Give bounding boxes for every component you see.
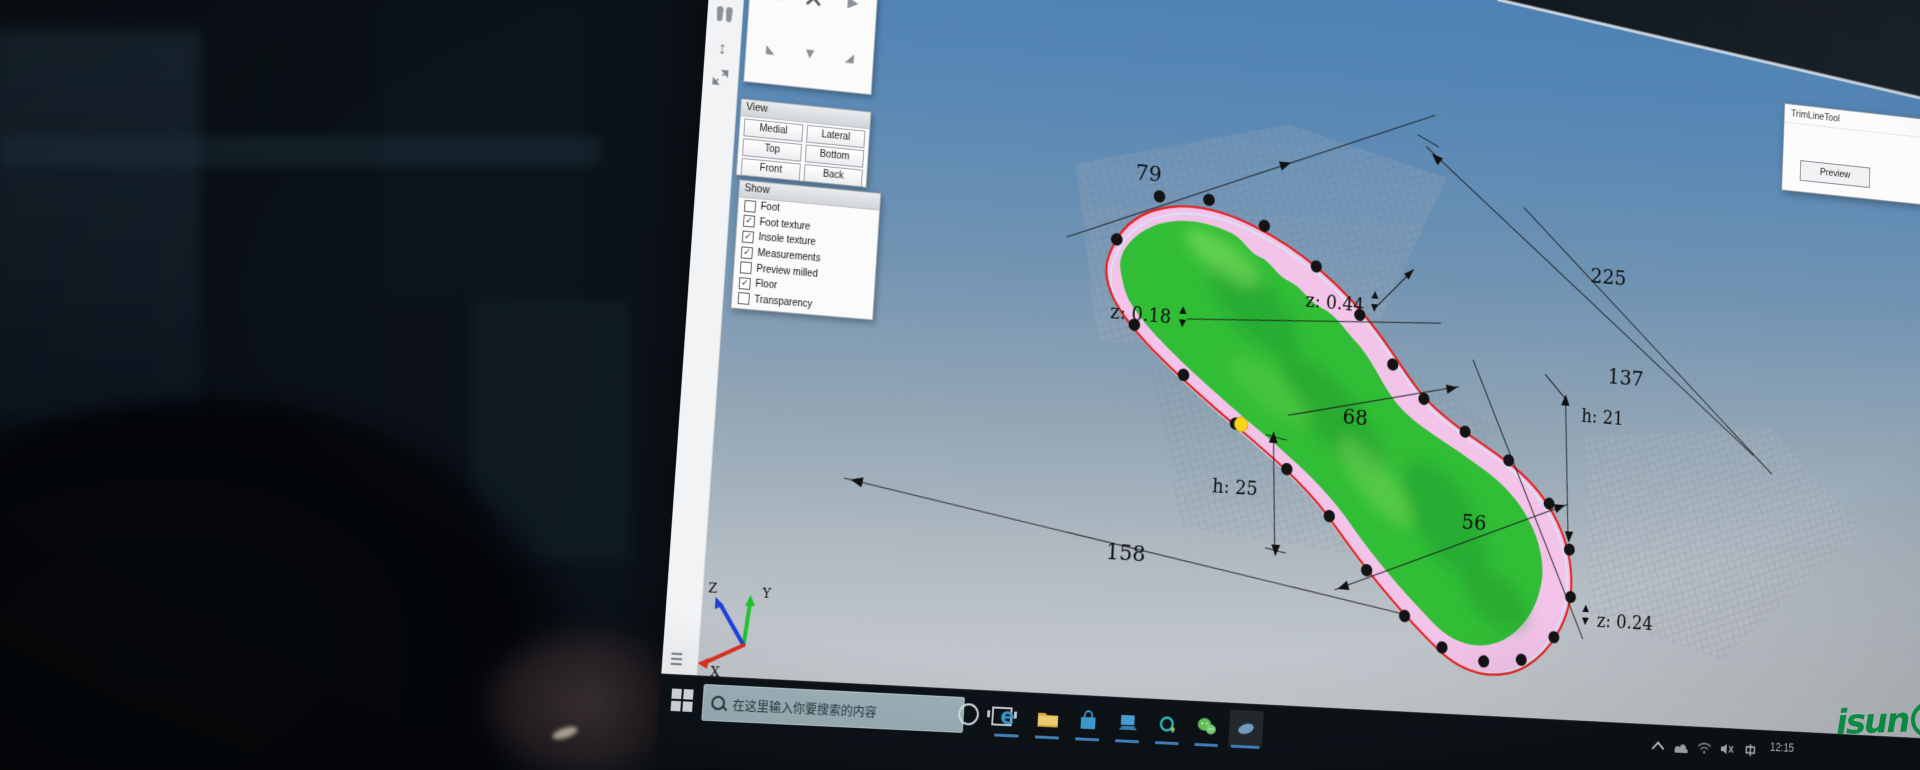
corner-left-button[interactable]: ◣ — [748, 19, 792, 79]
view-panel: View Medial Lateral Top Bottom Front Bac… — [736, 98, 872, 187]
checkbox[interactable] — [744, 200, 756, 213]
background-light-band — [0, 136, 600, 166]
q-browser-icon[interactable] — [1150, 706, 1186, 745]
background-window-blur — [0, 30, 200, 420]
trim-surface-icon[interactable] — [708, 0, 744, 3]
checkbox[interactable]: ✓ — [743, 215, 755, 228]
navigation-pad-panel: ↺ ▲ ↻ ◀ ▶ ◣ ▼ ◢ — [743, 0, 884, 95]
dim-forefoot-width: 79 — [1135, 160, 1162, 188]
search-icon — [711, 696, 726, 711]
dim-heel-width: 56 — [1461, 510, 1487, 537]
dim-inner-length: 158 — [1105, 539, 1146, 567]
edge-icon[interactable]: e — [989, 697, 1026, 736]
pan-right-button[interactable]: ▶ — [832, 0, 875, 32]
tray-chevron-icon[interactable] — [1652, 741, 1665, 756]
axis-z-label: Z — [708, 581, 718, 597]
start-button[interactable] — [671, 688, 694, 712]
show-panel: Show Foot ✓ Foot texture ✓ Insole textur… — [731, 179, 882, 320]
store-icon[interactable] — [1070, 702, 1107, 741]
expand-icon[interactable] — [702, 66, 738, 95]
dim-arch-lateral: h: 21 — [1581, 405, 1624, 430]
checkbox[interactable]: ✓ — [742, 231, 754, 244]
active-cad-app-icon[interactable] — [1228, 710, 1264, 749]
dim-mid-length: 137 — [1607, 364, 1644, 391]
insole-pair-icon[interactable] — [706, 3, 742, 32]
isun-logo-text: isun — [1835, 700, 1909, 742]
isun-logo: isun — [1835, 698, 1920, 744]
monitor-screen: 79 225 137 158 68 56 h: 21 h: 25 z: 0.18… — [655, 0, 1920, 770]
vertical-resize-icon[interactable]: ↕ — [704, 34, 740, 63]
wifi-icon[interactable] — [1697, 742, 1711, 759]
file-explorer-icon[interactable] — [1029, 699, 1066, 738]
corner-right-button[interactable]: ◢ — [828, 28, 871, 88]
insole-3d-scene[interactable]: 79 225 137 158 68 56 h: 21 h: 25 z: 0.18… — [697, 0, 1920, 738]
axis-y-label: Y — [761, 586, 772, 602]
volume-muted-icon[interactable] — [1720, 743, 1735, 760]
dim-mid-width: 68 — [1342, 404, 1368, 431]
footprint-logo-icon — [1908, 698, 1920, 741]
checkbox[interactable] — [740, 261, 752, 274]
dim-z-heel: z: 0.24 — [1596, 610, 1653, 635]
checkbox[interactable]: ✓ — [739, 277, 751, 290]
checkbox[interactable] — [738, 292, 750, 305]
dim-arch-medial: h: 25 — [1212, 475, 1258, 501]
checkbox[interactable]: ✓ — [741, 246, 753, 259]
cortana-icon[interactable] — [958, 703, 980, 726]
photo-scene: 79 225 137 158 68 56 h: 21 h: 25 z: 0.18… — [0, 0, 1920, 770]
axis-triad: Y Z X — [697, 581, 772, 683]
pc-app-icon[interactable] — [1110, 704, 1146, 743]
search-input[interactable]: 在这里输入你要搜索的内容 — [701, 684, 965, 733]
notes-mini-icon[interactable] — [668, 649, 686, 667]
clock[interactable]: 12:15 — [1770, 741, 1794, 755]
wechat-icon[interactable] — [1189, 708, 1225, 747]
dim-outer-length: 225 — [1590, 263, 1627, 291]
search-placeholder: 在这里输入你要搜索的内容 — [732, 694, 877, 720]
pan-down-button[interactable]: ▼ — [788, 24, 831, 84]
preview-button[interactable]: Preview — [1800, 160, 1871, 188]
ime-indicator[interactable] — [1744, 743, 1757, 762]
onedrive-icon[interactable] — [1674, 741, 1688, 758]
